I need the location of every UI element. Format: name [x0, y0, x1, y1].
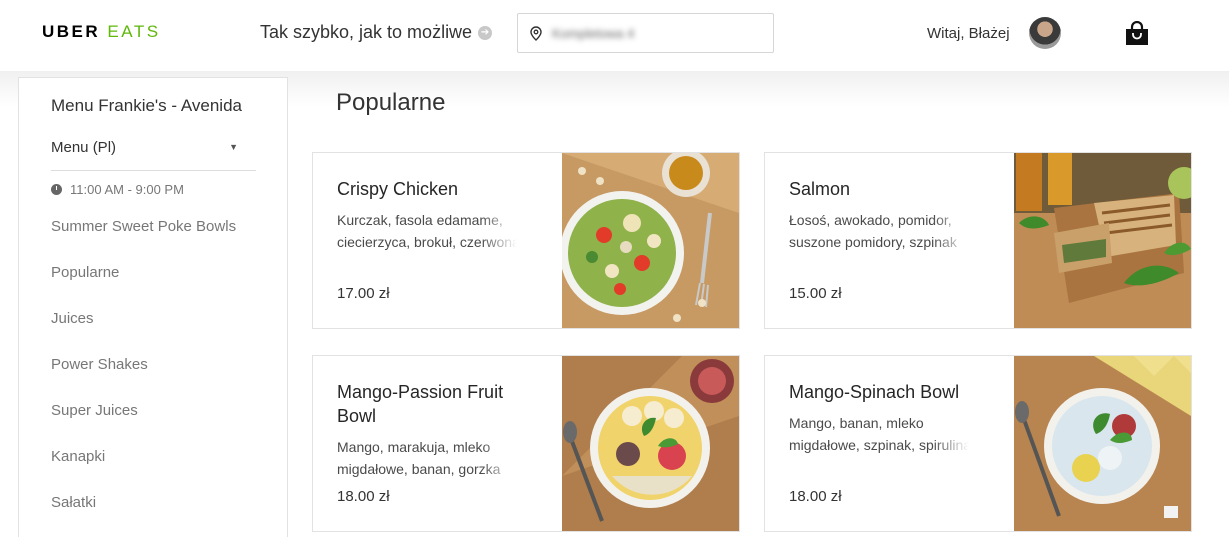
top-bar: UBER EATS Tak szybko, jak to możliwe ➔ K…	[0, 0, 1229, 71]
menu-item-name: Mango-Spinach Bowl	[789, 382, 960, 402]
sidebar-item-salatki[interactable]: Sałatki	[51, 494, 236, 537]
sidebar-item-popularne[interactable]: Popularne	[51, 264, 236, 310]
menu-item-price: 18.00 zł	[337, 488, 390, 505]
menu-item-description: Mango, banan, mleko migdałowe, szpinak, s…	[789, 415, 969, 453]
menu-item-price: 17.00 zł	[337, 285, 390, 302]
menu-item-description: Mango, marakuja, mleko migdałowe, banan, …	[337, 439, 501, 477]
menu-item-card[interactable]: Crispy Chicken Kurczak, fasola edamame, c…	[312, 152, 740, 329]
menu-item-description: Kurczak, fasola edamame, ciecierzyca, bro…	[337, 212, 517, 250]
uber-eats-logo[interactable]: UBER EATS	[42, 22, 161, 42]
menu-item-name: Salmon	[789, 179, 851, 199]
delivery-time-selector[interactable]: Tak szybko, jak to możliwe ➔	[260, 22, 493, 43]
opening-hours-text: 11:00 AM - 9:00 PM	[70, 182, 184, 197]
delivery-time-label: Tak szybko, jak to możliwe	[260, 22, 473, 42]
logo-eats-text: EATS	[107, 22, 161, 41]
sidebar-item-power-shakes[interactable]: Power Shakes	[51, 356, 236, 402]
menu-item-name: Mango-Passion Fruit Bowl	[337, 382, 504, 426]
menu-item-description: Łosoś, awokado, pomidor, suszone pomidory…	[789, 212, 957, 250]
sidebar-item-summer-sweet-poke-bowls[interactable]: Summer Sweet Poke Bowls	[51, 218, 236, 264]
crispy-chicken-photo	[562, 153, 739, 328]
salmon-photo	[1014, 153, 1191, 328]
avatar[interactable]	[1029, 17, 1061, 49]
sidebar-item-kanapki[interactable]: Kanapki	[51, 448, 236, 494]
sidebar-item-juices[interactable]: Juices	[51, 310, 236, 356]
shopping-bag-icon[interactable]	[1125, 21, 1149, 46]
menu-item-card[interactable]: Mango-Spinach Bowl Mango, banan, mleko mi…	[764, 355, 1192, 532]
menu-sidebar: Menu Frankie's - Avenida Menu (Pl) ▼ 11:…	[18, 77, 288, 537]
logo-uber-text: UBER	[42, 22, 101, 41]
menu-item-name: Crispy Chicken	[337, 179, 459, 199]
menu-select-value: Menu (Pl)	[51, 139, 117, 156]
address-field[interactable]: Kompletowa 4	[517, 13, 774, 53]
mango-spinach-bowl-photo	[1014, 356, 1191, 531]
arrow-circle-icon: ➔	[478, 25, 493, 40]
location-pin-icon	[530, 25, 542, 41]
user-greeting[interactable]: Witaj, Błażej	[927, 25, 1010, 42]
section-title: Popularne	[336, 89, 446, 116]
menu-item-card[interactable]: Salmon Łosoś, awokado, pomidor, suszone p…	[764, 152, 1192, 329]
menu-item-price: 18.00 zł	[789, 488, 842, 505]
menu-language-select[interactable]: Menu (Pl) ▼	[51, 139, 256, 171]
caret-down-icon: ▼	[229, 142, 238, 152]
clock-icon	[51, 184, 62, 195]
category-nav: Summer Sweet Poke Bowls Popularne Juices…	[51, 218, 236, 537]
sidebar-item-super-juices[interactable]: Super Juices	[51, 402, 236, 448]
address-value: Kompletowa 4	[552, 25, 635, 41]
restaurant-menu-title: Menu Frankie's - Avenida	[51, 96, 242, 115]
menu-item-price: 15.00 zł	[789, 285, 842, 302]
menu-item-card[interactable]: Mango-Passion Fruit Bowl Mango, marakuja…	[312, 355, 740, 532]
mango-passion-fruit-bowl-photo	[562, 356, 739, 531]
opening-hours: 11:00 AM - 9:00 PM	[51, 182, 184, 197]
